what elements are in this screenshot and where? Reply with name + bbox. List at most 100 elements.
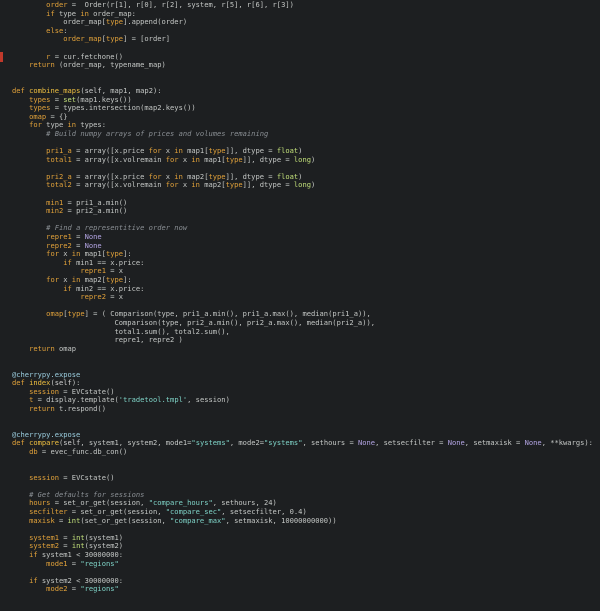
code-line[interactable]: types = types.intersection(map2.keys()) xyxy=(12,103,593,113)
code-line[interactable]: # Build numpy arrays of prices and volum… xyxy=(12,128,593,139)
code-token: = EVCstate() xyxy=(59,472,115,482)
code-line[interactable]: return (order_map, typename_map) xyxy=(12,60,593,70)
code-token: x xyxy=(178,154,192,164)
code-token: repre2 xyxy=(80,292,106,302)
code-token: None xyxy=(358,438,376,448)
code-line[interactable]: total1 = array([x.volremain for x in map… xyxy=(12,154,593,165)
code-token: , mode2= xyxy=(229,438,265,448)
code-line[interactable]: order_map[type] = [order] xyxy=(12,35,593,44)
code-token: for xyxy=(165,154,179,164)
code-token: type xyxy=(105,34,124,44)
code-token: ) xyxy=(311,154,316,164)
code-token: db xyxy=(29,446,38,456)
code-line[interactable]: order_map[type].append(order) xyxy=(12,17,593,27)
code-token: , setmaxisk = xyxy=(464,438,525,448)
breakpoint-marker[interactable] xyxy=(0,52,3,62)
code-token: mode2 xyxy=(46,584,68,594)
code-token: return xyxy=(29,403,55,413)
code-token: (order_map, typename_map) xyxy=(54,60,166,70)
code-token: long xyxy=(293,180,311,190)
code-line[interactable] xyxy=(12,456,593,465)
code-line[interactable]: maxisk = int(set_or_get(session, "compar… xyxy=(12,515,593,526)
code-token: in xyxy=(191,180,200,190)
code-line[interactable]: total2 = array([x.volremain for x in map… xyxy=(12,181,593,190)
code-token: "regions" xyxy=(80,584,119,594)
code-token: ].append(order) xyxy=(123,17,188,27)
code-token: , setsecfilter = xyxy=(375,438,448,448)
code-line[interactable]: min2 = pri2_a.min() xyxy=(12,206,593,216)
code-line[interactable]: repre1, repre2 ) xyxy=(12,335,593,345)
code-token: "compare_max" xyxy=(170,515,226,525)
code-line[interactable] xyxy=(12,594,593,603)
code-line[interactable]: return t.respond() xyxy=(12,403,593,414)
code-token: map1[ xyxy=(199,154,226,164)
code-token: maxisk xyxy=(29,515,55,525)
code-token: in xyxy=(191,154,200,164)
code-token: "systems" xyxy=(191,438,230,448)
code-token: t.respond() xyxy=(54,403,106,413)
code-token: = pri2_a.min() xyxy=(63,206,128,216)
code-token: return xyxy=(29,343,55,353)
code-line[interactable]: repre2 = x xyxy=(12,292,593,302)
code-line[interactable] xyxy=(12,353,593,362)
code-token: , session) xyxy=(187,395,230,405)
code-token: = xyxy=(67,584,81,594)
code-line[interactable] xyxy=(12,422,593,431)
code-token: session xyxy=(29,472,59,482)
code-token: mode1 xyxy=(46,558,68,568)
code-token: long xyxy=(293,154,311,164)
code-token: ]], dtype = xyxy=(242,154,294,164)
code-token: = xyxy=(54,515,68,525)
code-token: x xyxy=(178,180,192,190)
code-token: , setmaxisk, 10000000000)) xyxy=(225,515,337,525)
code-line[interactable]: mode2 = "regions" xyxy=(12,585,593,594)
code-line[interactable] xyxy=(12,70,593,79)
code-line[interactable] xyxy=(12,414,593,423)
code-line[interactable] xyxy=(12,603,593,611)
code-token: return xyxy=(29,60,55,70)
code-token: = types.intersection(map2.keys()) xyxy=(50,103,196,113)
code-token: = xyxy=(67,558,81,568)
code-token: order_map xyxy=(63,34,102,44)
code-token: , sethours = xyxy=(302,438,358,448)
code-token: , **kwargs): xyxy=(541,438,593,448)
code-token: = array([x.volremain xyxy=(71,154,166,164)
code-line[interactable]: return omap xyxy=(12,343,593,354)
code-token: None xyxy=(524,438,542,448)
code-line[interactable] xyxy=(12,362,593,371)
code-token: "systems" xyxy=(264,438,303,448)
code-token: total2 xyxy=(46,180,72,190)
code-token: ) xyxy=(311,180,316,190)
code-token: type xyxy=(225,154,243,164)
code-token: int xyxy=(67,515,81,525)
code-editor[interactable]: order = Order(r[1], r[0], r[2], system, … xyxy=(0,0,600,593)
code-line[interactable]: session = EVCstate() xyxy=(12,472,593,483)
code-token: 'tradetool.tmpl' xyxy=(118,395,188,405)
code-text-area[interactable]: order = Order(r[1], r[0], r[2], system, … xyxy=(12,0,593,611)
code-token: = x xyxy=(105,292,124,302)
code-line[interactable]: mode1 = "regions" xyxy=(12,558,593,569)
code-token: "regions" xyxy=(80,558,119,568)
code-token: = evec_func.db_con() xyxy=(37,446,128,456)
code-token: None xyxy=(447,438,465,448)
code-token: type xyxy=(105,17,124,27)
code-line[interactable]: db = evec_func.db_con() xyxy=(12,446,593,457)
code-token: # Build numpy arrays of prices and volum… xyxy=(46,128,269,138)
code-token: (set_or_get(session, xyxy=(80,515,171,525)
code-line[interactable]: @cherrypy.expose xyxy=(12,370,593,380)
code-token: ] = [order] xyxy=(123,34,171,44)
code-token: type xyxy=(225,180,243,190)
